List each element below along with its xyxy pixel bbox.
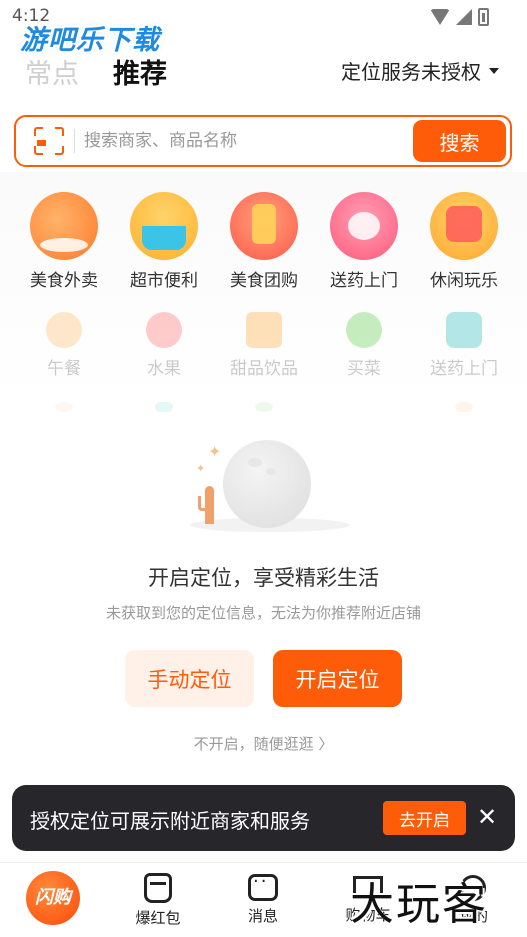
- manual-location-button[interactable]: 手动定位: [125, 650, 254, 707]
- battery-icon: [478, 8, 489, 26]
- medicine-icon: [330, 192, 398, 260]
- message-icon: [248, 871, 278, 901]
- faded-icon: [255, 402, 273, 412]
- strawberry-icon: [146, 312, 182, 348]
- search-button[interactable]: 搜索: [413, 120, 506, 162]
- food-delivery-icon: [30, 192, 98, 260]
- category-group-buy[interactable]: 美食团购: [214, 192, 314, 291]
- category-leisure[interactable]: 休闲玩乐: [414, 192, 514, 291]
- location-status-dropdown[interactable]: 定位服务未授权: [341, 56, 499, 85]
- category-label: 美食外卖: [30, 271, 98, 291]
- category-grid: 美食外卖 超市便利 美食团购 送药上门 休闲玩乐: [14, 192, 514, 291]
- scan-icon[interactable]: [34, 127, 64, 155]
- vegetable-icon: [346, 312, 382, 348]
- close-icon[interactable]: ✕: [474, 802, 500, 832]
- category-food-delivery[interactable]: 美食外卖: [14, 192, 114, 291]
- faded-row: [14, 402, 514, 412]
- planet-icon: [223, 440, 311, 528]
- signal-icon: [456, 9, 472, 25]
- sub-category-drinks[interactable]: 甜品饮品: [214, 312, 314, 379]
- sub-category-label: 午餐: [47, 359, 81, 379]
- skip-link[interactable]: 不开启，随便逛逛 〉: [0, 733, 527, 754]
- category-label: 超市便利: [130, 271, 198, 291]
- faded-icon: [455, 402, 473, 412]
- location-illustration: ✦ ✦: [190, 440, 350, 540]
- category-label: 休闲玩乐: [430, 271, 498, 291]
- caret-down-icon: [489, 67, 499, 74]
- nav-label: 消息: [247, 907, 278, 925]
- faded-icon: [55, 402, 73, 412]
- sparkle-icon: ✦: [196, 462, 206, 475]
- drink-icon: [246, 312, 282, 348]
- cactus-icon: [198, 486, 214, 524]
- search-divider: [74, 129, 75, 153]
- sub-category-fruit[interactable]: 水果: [114, 312, 214, 379]
- prompt-title: 开启定位，享受精彩生活: [148, 566, 379, 590]
- sparkle-icon: ✦: [208, 442, 222, 461]
- flash-buy-icon[interactable]: 闪购: [26, 871, 80, 925]
- sub-category-lunch[interactable]: 午餐: [14, 312, 114, 379]
- faded-icon: [155, 402, 173, 412]
- category-label: 美食团购: [230, 271, 298, 291]
- lunch-icon: [46, 312, 82, 348]
- nav-messages[interactable]: 消息: [223, 871, 303, 926]
- group-buy-icon: [230, 192, 298, 260]
- search-bar: 搜索: [14, 115, 512, 167]
- prompt-subtitle: 未获取到您的定位信息，无法为你推荐附近店铺: [105, 604, 421, 622]
- category-label: 送药上门: [330, 271, 398, 291]
- wifi-icon: [430, 9, 450, 25]
- toast-enable-button[interactable]: 去开启: [383, 801, 466, 835]
- sub-category-vegetables[interactable]: 买菜: [314, 312, 414, 379]
- sub-category-medicine[interactable]: 送药上门: [414, 312, 514, 379]
- category-medicine[interactable]: 送药上门: [314, 192, 414, 291]
- toast-text: 授权定位可展示附近商家和服务: [30, 809, 310, 833]
- leisure-icon: [430, 192, 498, 260]
- nav-label: 爆红包: [135, 909, 181, 927]
- tab-recommend[interactable]: 推荐: [113, 52, 167, 91]
- enable-location-button[interactable]: 开启定位: [273, 650, 402, 707]
- nav-red-packet[interactable]: 爆红包: [118, 873, 198, 928]
- supermarket-icon: [130, 192, 198, 260]
- sub-category-label: 送药上门: [430, 359, 498, 379]
- red-packet-icon: [144, 873, 172, 903]
- status-icons: [430, 8, 489, 26]
- search-input[interactable]: [84, 127, 404, 155]
- watermark-logo-bottom: 大玩客: [350, 879, 488, 930]
- medicine-box-icon: [446, 312, 482, 348]
- location-toast: 授权定位可展示附近商家和服务 去开启 ✕: [12, 785, 515, 851]
- location-status-label: 定位服务未授权: [341, 60, 481, 84]
- sub-category-label: 买菜: [347, 359, 381, 379]
- tab-frequent[interactable]: 常点: [25, 52, 79, 91]
- sub-category-label: 水果: [147, 359, 181, 379]
- sub-category-label: 甜品饮品: [230, 359, 298, 379]
- category-supermarket[interactable]: 超市便利: [114, 192, 214, 291]
- sub-category-grid: 午餐 水果 甜品饮品 买菜 送药上门: [14, 312, 514, 379]
